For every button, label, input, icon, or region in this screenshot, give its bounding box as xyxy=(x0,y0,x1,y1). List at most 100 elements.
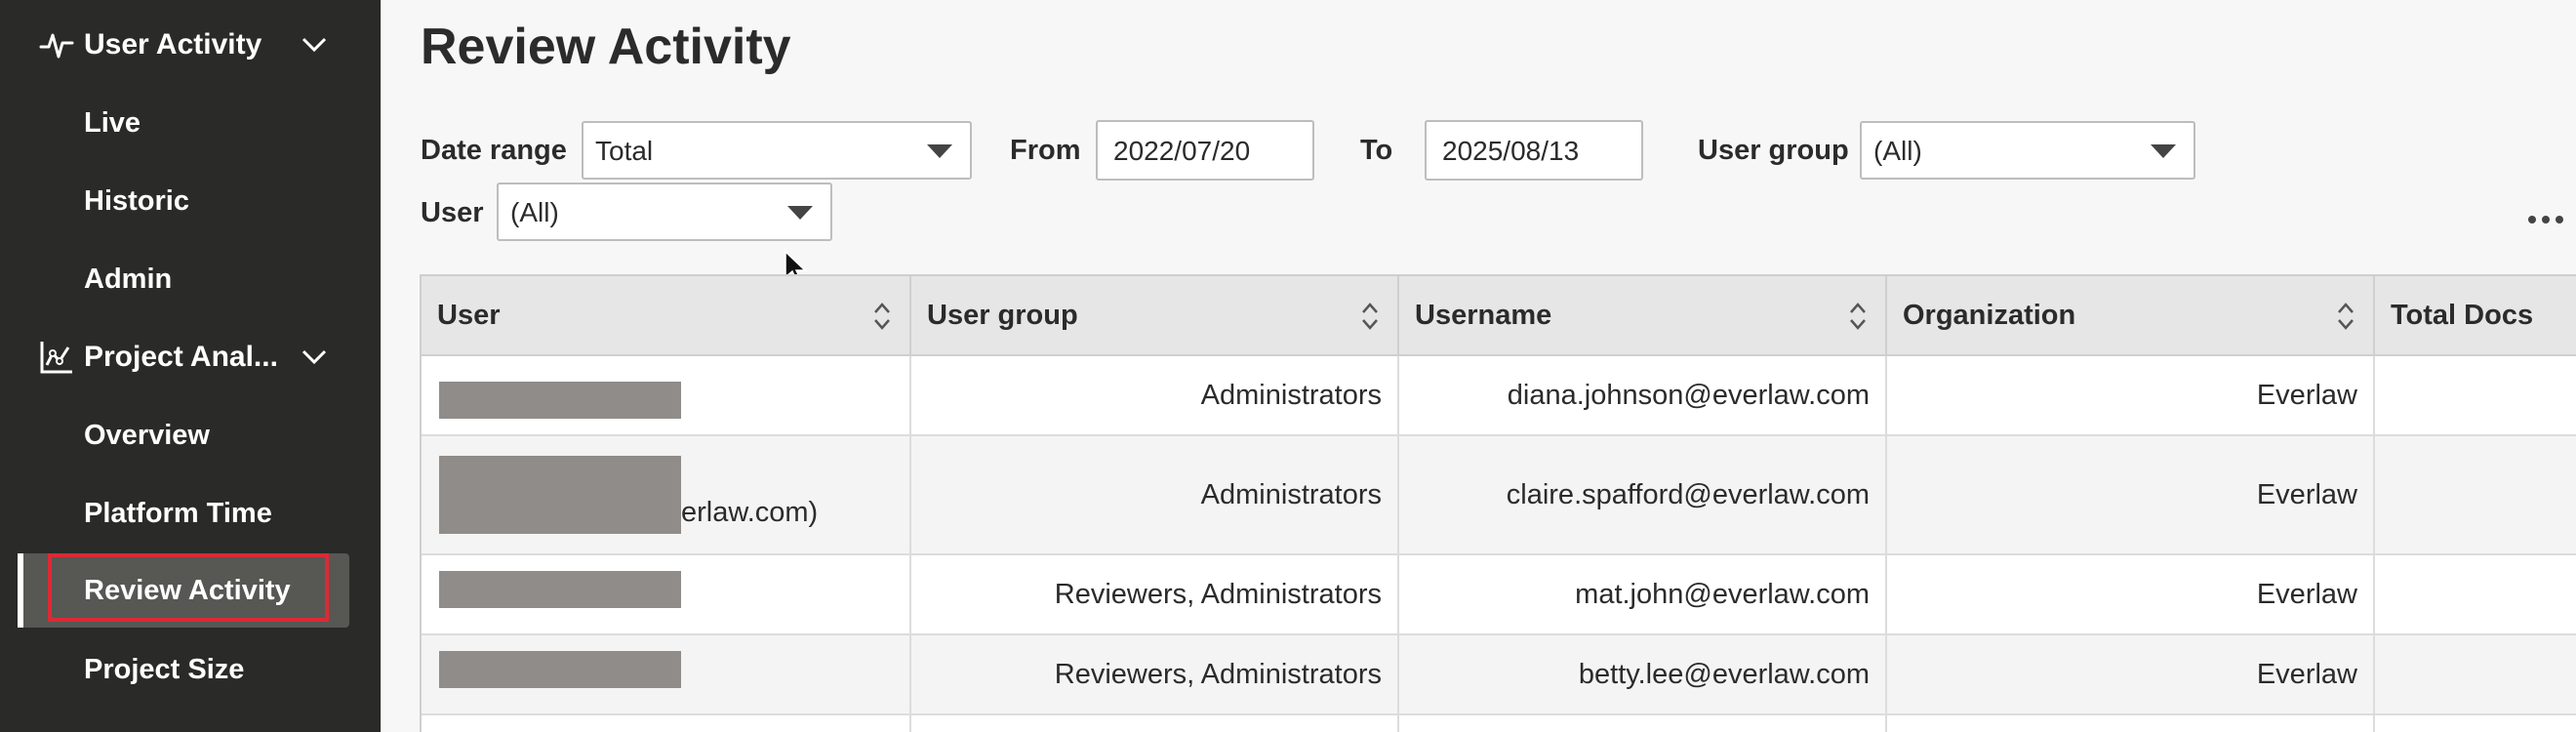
table-row[interactable]: Reviewers, Administrators betty.lee@ever… xyxy=(422,635,2576,715)
user-select[interactable]: (All) xyxy=(497,183,832,241)
user-group-value: (All) xyxy=(1873,136,1922,166)
cell-user xyxy=(422,715,911,732)
user-group-select[interactable]: (All) xyxy=(1860,121,2195,180)
sidebar-item-label: Platform Time xyxy=(84,497,272,529)
cell-user-group xyxy=(911,715,1399,732)
column-label: Username xyxy=(1415,300,1552,331)
user-group-text: Administrators xyxy=(1200,380,1382,411)
chart-analytics-icon xyxy=(37,338,76,377)
cell-user xyxy=(422,635,911,713)
highlight-annotation xyxy=(48,553,329,622)
sort-icon[interactable] xyxy=(872,298,892,335)
dropdown-caret-icon xyxy=(2151,144,2176,158)
user-group-text: Reviewers, Administrators xyxy=(1054,579,1382,610)
cell-total-docs xyxy=(2375,436,2576,553)
cell-user-group: Administrators xyxy=(911,436,1399,553)
sidebar-section-label: User Activity xyxy=(84,28,262,61)
cell-total-docs xyxy=(2375,635,2576,713)
sidebar-item-project-size[interactable]: Project Size xyxy=(0,640,381,699)
table-row[interactable]: erlaw.com) Administrators claire.spaffor… xyxy=(422,436,2576,555)
active-indicator xyxy=(18,553,23,628)
cell-total-docs xyxy=(2375,555,2576,633)
user-group-text: Reviewers, Administrators xyxy=(1054,659,1382,690)
user-group-text: Administrators xyxy=(1200,479,1382,510)
table-row[interactable]: Administrators diana.johnson@everlaw.com… xyxy=(422,356,2576,436)
username-text: claire.spafford@everlaw.com xyxy=(1506,479,1870,510)
username-text: diana.johnson@everlaw.com xyxy=(1507,380,1870,411)
column-label: Organization xyxy=(1903,300,2076,331)
sidebar-item-label: Project Size xyxy=(84,653,245,685)
cell-user xyxy=(422,356,911,434)
column-header-user-group[interactable]: User group xyxy=(911,276,1399,356)
cell-user xyxy=(422,555,911,633)
review-activity-table: User User group Username Organization To… xyxy=(420,274,2576,732)
column-header-total-docs[interactable]: Total Docs xyxy=(2375,276,2576,356)
to-date-value: 2025/08/13 xyxy=(1442,136,1580,166)
sidebar-item-label: Admin xyxy=(84,263,173,295)
cell-username: betty.lee@everlaw.com xyxy=(1399,635,1887,713)
cell-username: mat.john@everlaw.com xyxy=(1399,555,1887,633)
to-label: To xyxy=(1360,135,1393,166)
cell-organization xyxy=(1887,715,2375,732)
redacted-user-name xyxy=(439,382,681,419)
sidebar-item-overview[interactable]: Overview xyxy=(0,406,381,465)
sort-icon[interactable] xyxy=(2336,298,2355,335)
chevron-down-icon[interactable] xyxy=(295,338,334,377)
sidebar-item-historic[interactable]: Historic xyxy=(0,172,381,230)
user-group-label: User group xyxy=(1698,135,1849,166)
cell-username xyxy=(1399,715,1887,732)
from-date-input[interactable]: 2022/07/20 xyxy=(1096,120,1314,181)
date-range-value: Total xyxy=(595,136,654,166)
sidebar-item-platform-time[interactable]: Platform Time xyxy=(0,484,381,543)
sidebar-section-label: Project Anal... xyxy=(84,341,278,373)
cell-organization: Everlaw xyxy=(1887,555,2375,633)
column-label: User xyxy=(437,300,501,331)
ellipsis-icon[interactable] xyxy=(2528,210,2576,229)
organization-text: Everlaw xyxy=(2256,659,2357,690)
user-value: (All) xyxy=(510,197,559,227)
sidebar-section-user-activity[interactable]: User Activity xyxy=(0,16,381,74)
user-label: User xyxy=(421,197,484,228)
chevron-down-icon[interactable] xyxy=(295,25,334,64)
table-row[interactable]: Reviewers, Administrators mat.john@everl… xyxy=(422,555,2576,635)
from-label: From xyxy=(1010,135,1081,166)
cell-user-group: Reviewers, Administrators xyxy=(911,555,1399,633)
organization-text: Everlaw xyxy=(2256,380,2357,411)
sidebar: User Activity Live Historic Admin Projec… xyxy=(0,0,381,732)
cell-username: claire.spafford@everlaw.com xyxy=(1399,436,1887,553)
sidebar-item-label: Overview xyxy=(84,419,210,451)
sidebar-section-project-analytics[interactable]: Project Anal... xyxy=(0,328,381,386)
table-header: User User group Username Organization To… xyxy=(422,276,2576,356)
username-text: betty.lee@everlaw.com xyxy=(1578,659,1870,690)
cell-total-docs xyxy=(2375,356,2576,434)
cell-organization: Everlaw xyxy=(1887,635,2375,713)
column-label: Total Docs xyxy=(2391,300,2534,331)
cell-username: diana.johnson@everlaw.com xyxy=(1399,356,1887,434)
date-range-label: Date range xyxy=(421,135,567,166)
sidebar-item-live[interactable]: Live xyxy=(0,94,381,152)
to-date-input[interactable]: 2025/08/13 xyxy=(1425,120,1643,181)
date-range-select[interactable]: Total xyxy=(582,121,972,180)
dropdown-caret-icon xyxy=(927,144,952,158)
table-row[interactable] xyxy=(422,715,2576,732)
cell-user-group: Administrators xyxy=(911,356,1399,434)
sort-icon[interactable] xyxy=(1360,298,1380,335)
cell-user-group: Reviewers, Administrators xyxy=(911,635,1399,713)
page-title: Review Activity xyxy=(421,19,791,75)
cell-organization: Everlaw xyxy=(1887,356,2375,434)
username-text: mat.john@everlaw.com xyxy=(1575,579,1870,610)
column-header-user[interactable]: User xyxy=(422,276,911,356)
sidebar-item-label: Live xyxy=(84,106,141,139)
organization-text: Everlaw xyxy=(2256,579,2357,610)
sort-icon[interactable] xyxy=(1848,298,1868,335)
organization-text: Everlaw xyxy=(2256,479,2357,510)
redacted-user-name xyxy=(439,571,681,608)
from-date-value: 2022/07/20 xyxy=(1113,136,1251,166)
column-header-organization[interactable]: Organization xyxy=(1887,276,2375,356)
cell-user: erlaw.com) xyxy=(422,436,911,553)
column-header-username[interactable]: Username xyxy=(1399,276,1887,356)
user-name-partial: erlaw.com) xyxy=(681,497,819,528)
activity-pulse-icon xyxy=(37,25,76,64)
sidebar-item-admin[interactable]: Admin xyxy=(0,250,381,308)
redacted-user-name xyxy=(439,651,681,688)
